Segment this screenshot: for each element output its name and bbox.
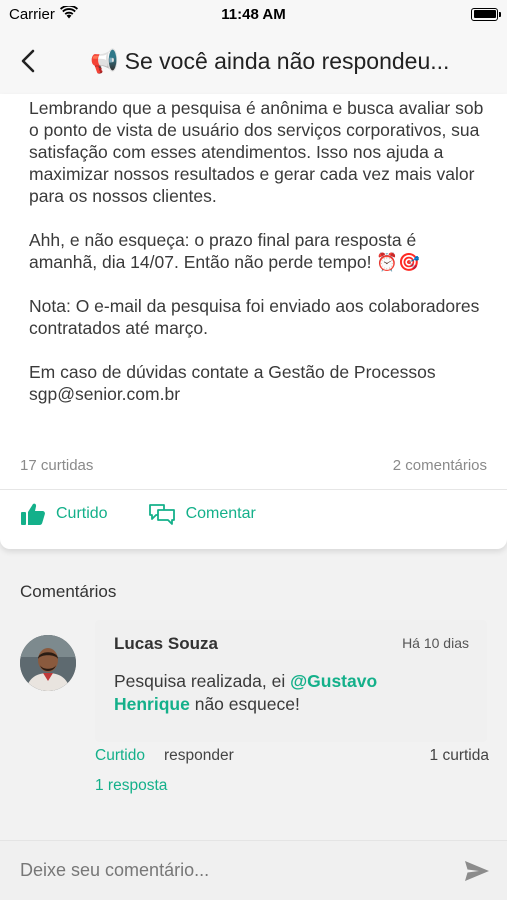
- comment-like-button[interactable]: Curtido: [95, 747, 145, 765]
- comment-text-before: Pesquisa realizada, ei: [114, 671, 291, 691]
- page-title: 📢 Se você ainda não respondeu...: [56, 48, 507, 75]
- post-paragraph: Em caso de dúvidas contate a Gestão de P…: [29, 362, 436, 404]
- comment-reply-button[interactable]: responder: [164, 747, 234, 765]
- status-left: Carrier: [9, 4, 78, 23]
- avatar-image: [20, 635, 76, 691]
- likes-count[interactable]: 17 curtidas: [20, 457, 93, 474]
- comment-bubble: Lucas Souza Há 10 dias Pesquisa realizad…: [95, 620, 487, 742]
- comment-text-after: não esquece!: [189, 694, 300, 714]
- comment-input-bar: [0, 840, 507, 900]
- like-label: Curtido: [56, 505, 108, 522]
- wifi-icon: [59, 4, 78, 23]
- comment-author[interactable]: Lucas Souza: [114, 634, 218, 654]
- status-bar: Carrier 11:48 AM: [0, 0, 507, 28]
- comments-count[interactable]: 2 comentários: [393, 457, 487, 474]
- avatar[interactable]: [20, 635, 76, 691]
- megaphone-emoji: 📢: [90, 47, 119, 74]
- like-button[interactable]: Curtido: [20, 502, 108, 526]
- post-actions: Curtido Comentar: [20, 502, 256, 526]
- comment-button[interactable]: Comentar: [148, 502, 256, 526]
- send-icon: [465, 860, 489, 881]
- battery-icon: [471, 7, 501, 21]
- post-paragraph: Nota: O e-mail da pesquisa foi enviado a…: [29, 296, 480, 338]
- back-button[interactable]: [0, 28, 56, 94]
- post-card: Lembrando que a pesquisa é anônima e bus…: [0, 94, 507, 549]
- comment-timestamp: Há 10 dias: [402, 635, 469, 651]
- comments-section-title: Comentários: [20, 582, 117, 601]
- chat-bubbles-icon: [148, 504, 175, 525]
- comment-label: Comentar: [185, 505, 256, 522]
- comment-text: Pesquisa realizada, ei @Gustavo Henrique…: [114, 670, 447, 716]
- comment-likes-count[interactable]: 1 curtida: [430, 747, 489, 765]
- back-chevron-icon: [21, 49, 35, 73]
- carrier-label: Carrier: [9, 5, 55, 23]
- battery-fill: [473, 10, 496, 18]
- thumbs-up-icon: [21, 503, 45, 525]
- comment-input[interactable]: [0, 841, 447, 900]
- nav-bar: 📢 Se você ainda não respondeu...: [0, 28, 507, 94]
- post-paragraph: Lembrando que a pesquisa é anônima e bus…: [29, 98, 484, 206]
- post-paragraph: Ahh, e não esqueça: o prazo final para r…: [29, 230, 420, 272]
- post-body: Lembrando que a pesquisa é anônima e bus…: [0, 94, 507, 405]
- page-title-text: Se você ainda não respondeu...: [124, 47, 450, 74]
- view-replies-link[interactable]: 1 resposta: [95, 777, 167, 795]
- comment-actions: Curtido responder 1 curtida: [95, 747, 489, 765]
- post-stats: 17 curtidas 2 comentários: [20, 457, 487, 474]
- send-button[interactable]: [447, 842, 507, 900]
- divider: [0, 489, 507, 490]
